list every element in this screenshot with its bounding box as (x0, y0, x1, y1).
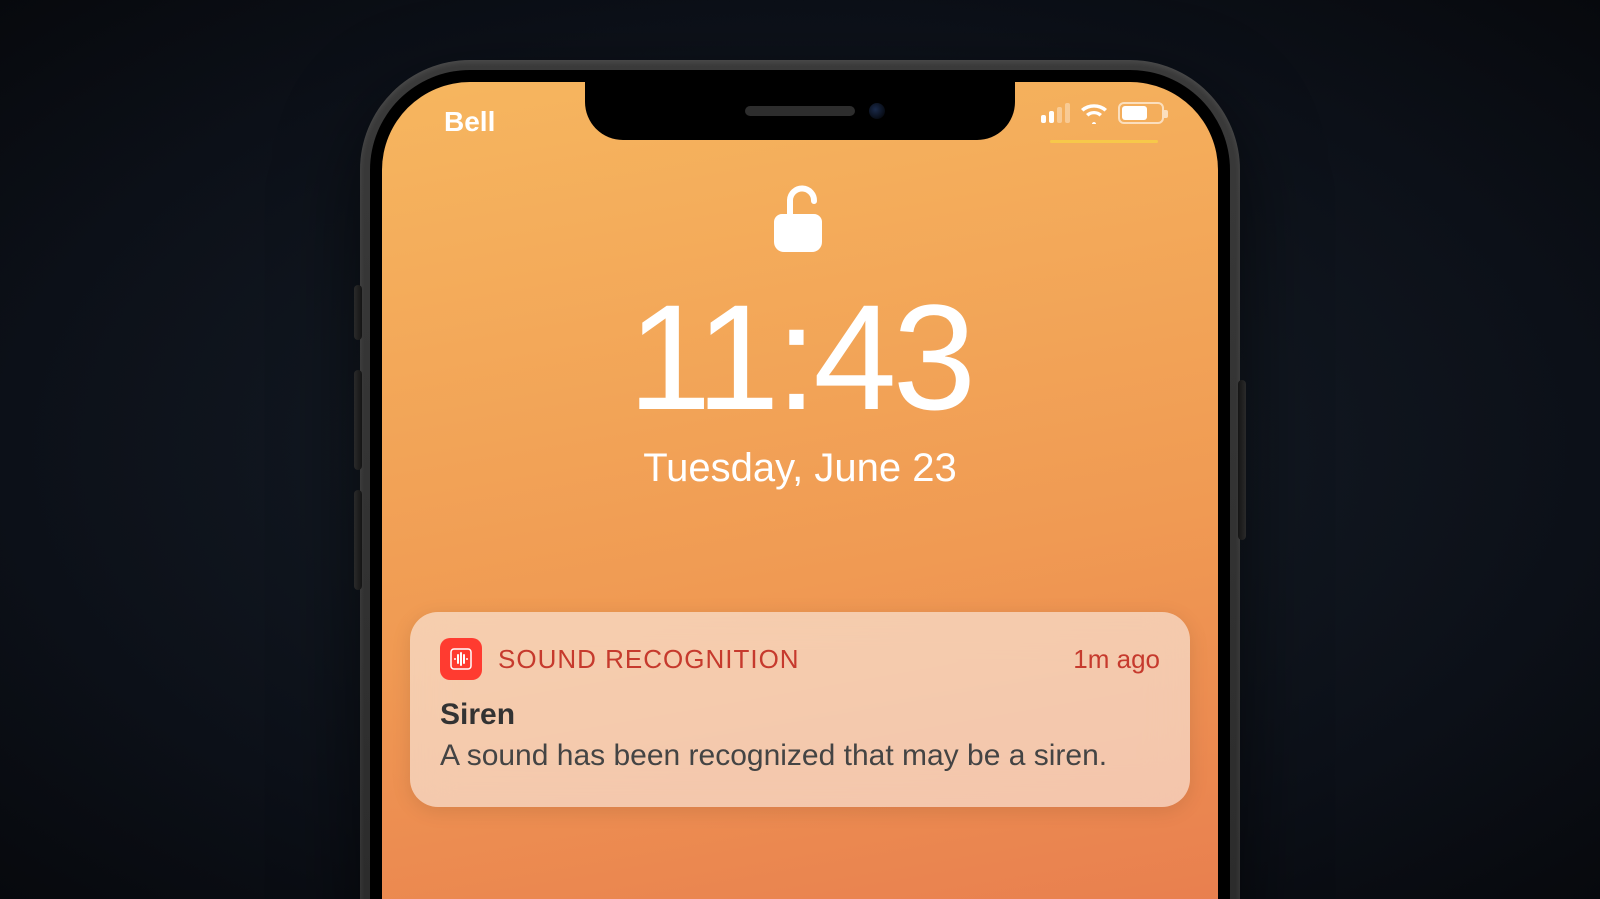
unlock-icon (774, 182, 826, 252)
cellular-signal-icon (1041, 103, 1070, 123)
battery-icon (1118, 102, 1164, 124)
phone-frame: Bell (360, 60, 1240, 899)
sound-recognition-app-icon (440, 638, 482, 680)
notification-title: Siren (440, 698, 1160, 732)
carrier-label: Bell (430, 88, 495, 138)
mute-switch[interactable] (354, 285, 362, 340)
status-bar: Bell (382, 82, 1218, 144)
lock-screen-date: Tuesday, June 23 (643, 446, 957, 491)
notification-app-name: SOUND RECOGNITION (498, 644, 1057, 675)
power-button[interactable] (1238, 380, 1246, 540)
wifi-icon (1080, 102, 1108, 124)
lock-screen[interactable]: Bell (382, 82, 1218, 899)
notification-timestamp: 1m ago (1073, 644, 1160, 675)
volume-up-button[interactable] (354, 370, 362, 470)
notification-body: A sound has been recognized that may be … (440, 736, 1160, 777)
volume-down-button[interactable] (354, 490, 362, 590)
lock-screen-time: 11:43 (628, 282, 972, 432)
notification-card[interactable]: SOUND RECOGNITION 1m ago Siren A sound h… (410, 612, 1190, 807)
low-power-indicator (1050, 140, 1158, 143)
